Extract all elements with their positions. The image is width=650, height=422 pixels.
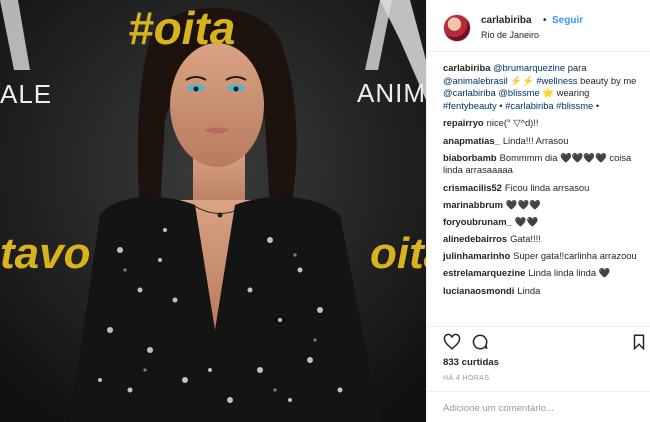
comment-text: Gata!!!! bbox=[510, 233, 541, 245]
comment-username[interactable]: anapmatias_ bbox=[443, 135, 500, 146]
mention-link[interactable]: @brumarquezine bbox=[493, 62, 565, 73]
post-header: carlabiriba • Seguir Rio de Janeiro bbox=[427, 0, 650, 52]
post-timestamp: HÁ 4 HORAS bbox=[443, 375, 490, 382]
comment-text: 🖤🖤 bbox=[514, 215, 539, 227]
comment-item: julinhamarinho Super gata!!carlinha arraz… bbox=[443, 250, 643, 263]
comment-item: crismacilis52 Ficou linda arrsasou bbox=[443, 182, 643, 195]
comment-username[interactable]: alinedebairros bbox=[443, 233, 507, 244]
comment-text: Super gata!!carlinha arrazoou bbox=[513, 250, 637, 262]
backdrop-word-left: tavo bbox=[0, 229, 91, 278]
header-username[interactable]: carlabiriba bbox=[481, 15, 532, 26]
comment-text: Linda!!! Arrasou bbox=[502, 134, 569, 146]
comment-item: lucianaosmondi Linda bbox=[443, 285, 643, 298]
instagram-post: #oita tavo oita ANIMAL ALE carlabiriba •… bbox=[0, 0, 650, 422]
hashtag-link[interactable]: #fentybeauty bbox=[443, 100, 497, 111]
caption-text: 🌟 wearing bbox=[539, 87, 590, 99]
comment-item: alinedebairros Gata!!!! bbox=[443, 233, 643, 246]
comment-username[interactable]: biaborbamb bbox=[443, 152, 497, 163]
bookmark-icon[interactable] bbox=[630, 333, 648, 351]
location-link[interactable]: Rio de Janeiro bbox=[481, 30, 539, 40]
photo-illustration bbox=[0, 0, 426, 422]
comment-username[interactable]: estrelamarquezine bbox=[443, 267, 525, 278]
comment-username[interactable]: julinhamarinho bbox=[443, 250, 510, 261]
caption-text: beauty by me bbox=[577, 74, 637, 86]
comment-username[interactable]: repairryo bbox=[443, 117, 484, 128]
hashtag-link[interactable]: #carlabiriba bbox=[505, 100, 553, 111]
post-side-panel: carlabiriba • Seguir Rio de Janeiro carl… bbox=[426, 0, 650, 422]
comment-item: anapmatias_ Linda!!! Arrasou bbox=[443, 135, 643, 148]
caption-text: • bbox=[496, 99, 506, 111]
comment-item: foryoubrunam_ 🖤🖤 bbox=[443, 216, 643, 229]
avatar[interactable] bbox=[443, 14, 471, 42]
comment-item: marinabbrum 🖤🖤🖤 bbox=[443, 199, 643, 212]
comment-username[interactable]: foryoubrunam_ bbox=[443, 216, 512, 227]
comment-item: repairryo nice(° ▽^d)!! bbox=[443, 117, 643, 130]
speech-bubble-icon[interactable] bbox=[471, 333, 489, 351]
comment-item: estrelamarquezine Linda linda linda 🖤 bbox=[443, 267, 643, 280]
comment-text: Linda linda linda 🖤 bbox=[528, 267, 611, 279]
backdrop-word-right: oita bbox=[370, 229, 426, 278]
caption-text: ⚡⚡ bbox=[507, 74, 537, 86]
mention-link[interactable]: @carlabiriba bbox=[443, 87, 496, 98]
comment-text: Linda bbox=[517, 284, 541, 296]
mention-link[interactable]: @blissme bbox=[498, 87, 539, 98]
backdrop-brand-left: ALE bbox=[0, 79, 53, 109]
heart-icon[interactable] bbox=[443, 333, 461, 351]
caption-text: para bbox=[565, 62, 587, 73]
hashtag-link[interactable]: #blissme bbox=[556, 100, 593, 111]
comment-username[interactable]: crismacilis52 bbox=[443, 182, 502, 193]
header-separator: • bbox=[543, 15, 547, 26]
comments-list[interactable]: carlabiriba @brumarquezine para @animale… bbox=[443, 62, 643, 327]
caption-username[interactable]: carlabiriba bbox=[443, 62, 490, 73]
caption-text: • bbox=[593, 99, 600, 111]
comment-username[interactable]: marinabbrum bbox=[443, 199, 503, 210]
backdrop-brand-right: ANIMAL bbox=[357, 78, 426, 108]
add-comment-bar bbox=[427, 391, 650, 422]
comment-text: Ficou linda arrsasou bbox=[504, 181, 590, 193]
comment-text: 🖤🖤🖤 bbox=[505, 198, 541, 210]
action-bar bbox=[427, 326, 650, 356]
comment-input[interactable] bbox=[443, 401, 639, 415]
comment-text: nice(° ▽^d)!! bbox=[486, 117, 539, 129]
hashtag-link[interactable]: #wellness bbox=[536, 75, 577, 86]
comment-username[interactable]: lucianaosmondi bbox=[443, 285, 514, 296]
likes-count[interactable]: 833 curtidas bbox=[443, 357, 499, 368]
post-photo[interactable]: #oita tavo oita ANIMAL ALE bbox=[0, 0, 426, 422]
post-caption: carlabiriba @brumarquezine para @animale… bbox=[443, 62, 643, 112]
comment-item: biaborbamb Bommmm dia 🖤🖤🖤🖤 coisa linda ar… bbox=[443, 152, 643, 177]
backdrop-hashtag: #oita bbox=[128, 2, 236, 54]
follow-button[interactable]: Seguir bbox=[552, 15, 583, 26]
mention-link[interactable]: @animalebrasil bbox=[443, 75, 508, 86]
